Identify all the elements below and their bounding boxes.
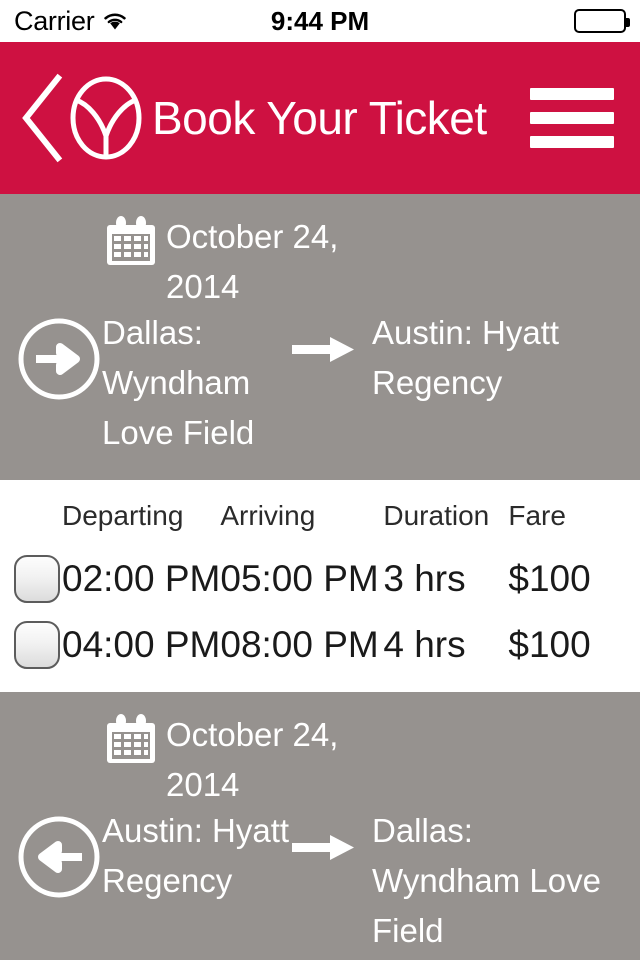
flight-fare: $100 xyxy=(508,558,591,599)
flight-duration: 3 hrs xyxy=(383,558,466,599)
app-root: Carrier 9:44 PM Book Your Ticket October… xyxy=(0,0,640,960)
column-header-arriving: Arriving xyxy=(220,500,316,531)
calendar-icon xyxy=(104,216,158,268)
hamburger-menu-icon[interactable] xyxy=(530,88,614,148)
flight-arriving-time: 05:00 PM xyxy=(220,558,379,599)
page-title: Book Your Ticket xyxy=(152,92,487,144)
table-row[interactable]: 02:00 PM 05:00 PM 3 hrs $100 xyxy=(0,546,640,612)
battery-full-icon xyxy=(574,9,630,33)
select-column-header xyxy=(0,492,60,546)
return-origin: Austin: Hyatt Regency xyxy=(102,812,290,899)
app-header: Book Your Ticket xyxy=(0,42,640,194)
column-header-fare: Fare xyxy=(508,500,566,531)
return-destination: Dallas: Wyndham Love Field xyxy=(372,812,601,949)
return-trip-panel[interactable]: October 24, 2014 Austin: Hyatt Regency D… xyxy=(0,692,640,960)
arrow-left-circle-icon xyxy=(16,814,102,900)
column-header-duration: Duration xyxy=(383,500,490,531)
flight-select-cell[interactable] xyxy=(0,546,60,612)
arrow-right-circle-icon xyxy=(16,316,102,402)
outbound-route-row: Dallas: Wyndham Love Field Austin: Hyatt… xyxy=(0,308,640,458)
outbound-origin: Dallas: Wyndham Love Field xyxy=(102,314,255,451)
flight-arriving-time: 08:00 PM xyxy=(220,624,379,665)
flights-table: Departing Arriving Duration Fare 02:00 P… xyxy=(0,492,640,678)
return-date: October 24, 2014 xyxy=(166,716,339,803)
flight-select-cell[interactable] xyxy=(0,612,60,678)
flight-duration: 4 hrs xyxy=(383,624,466,665)
back-chevron-icon[interactable] xyxy=(18,72,64,164)
flight-fare: $100 xyxy=(508,624,591,665)
brand-logo-icon[interactable] xyxy=(66,74,146,162)
flight-radio-button[interactable] xyxy=(14,555,60,603)
status-bar-right xyxy=(574,9,630,33)
flight-departing-time: 02:00 PM xyxy=(62,558,221,599)
table-row[interactable]: 04:00 PM 08:00 PM 4 hrs $100 xyxy=(0,612,640,678)
status-bar: Carrier 9:44 PM xyxy=(0,0,640,42)
table-header-row: Departing Arriving Duration Fare xyxy=(0,492,640,546)
flight-departing-time: 04:00 PM xyxy=(62,624,221,665)
outbound-destination: Austin: Hyatt Regency xyxy=(372,314,560,401)
header-left-group: Book Your Ticket xyxy=(18,72,487,164)
outbound-date: October 24, 2014 xyxy=(166,218,339,305)
outbound-date-row: October 24, 2014 xyxy=(0,212,640,312)
return-date-row: October 24, 2014 xyxy=(0,710,640,810)
arrow-right-icon xyxy=(292,832,356,862)
column-header-departing: Departing xyxy=(62,500,184,531)
calendar-icon xyxy=(104,714,158,766)
status-bar-time: 9:44 PM xyxy=(270,5,370,36)
flight-radio-button[interactable] xyxy=(14,621,60,669)
flight-options-table: Departing Arriving Duration Fare 02:00 P… xyxy=(0,480,640,692)
arrow-right-icon xyxy=(292,334,356,364)
return-route-row: Austin: Hyatt Regency Dallas: Wyndham Lo… xyxy=(0,806,640,956)
outbound-trip-panel[interactable]: October 24, 2014 Dallas: Wyndham Love Fi… xyxy=(0,194,640,480)
